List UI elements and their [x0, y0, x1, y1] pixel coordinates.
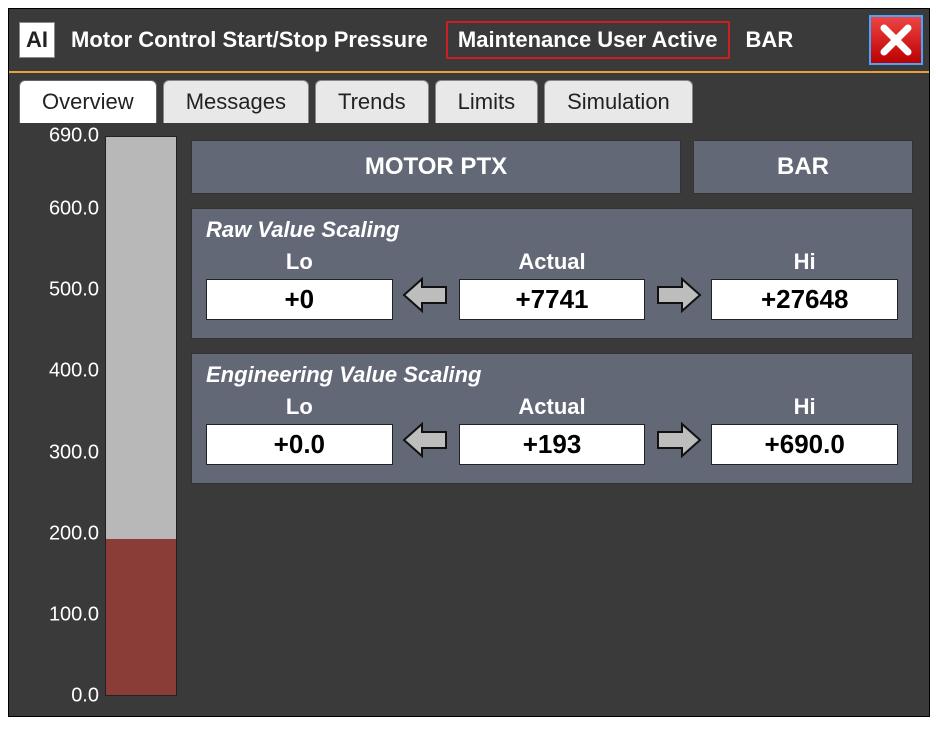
raw-actual-value: +7741: [459, 279, 646, 320]
tab-limits[interactable]: Limits: [435, 80, 538, 123]
gauge-tick: 200.0: [49, 522, 99, 545]
raw-lo-field: Lo +0: [206, 249, 393, 320]
eng-actual-value: +193: [459, 424, 646, 465]
raw-hi-value[interactable]: +27648: [711, 279, 898, 320]
close-icon: [878, 22, 914, 58]
raw-scaling-panel: Raw Value Scaling Lo +0 Actual +7741: [191, 208, 913, 339]
tab-messages[interactable]: Messages: [163, 80, 309, 123]
bar-gauge: 690.0600.0500.0400.0300.0200.0100.00.0: [25, 136, 177, 696]
gauge-tick: 300.0: [49, 441, 99, 464]
eng-actual-field: Actual +193: [459, 394, 646, 465]
arrow-right-icon: [653, 417, 703, 463]
raw-actual-label: Actual: [518, 249, 585, 275]
eng-lo-label: Lo: [286, 394, 313, 420]
eng-hi-label: Hi: [794, 394, 816, 420]
info-row: MOTOR PTX BAR: [191, 140, 913, 194]
close-button[interactable]: [869, 15, 923, 65]
arrow-left-icon: [401, 417, 451, 463]
gauge-fill: [106, 539, 176, 695]
raw-actual-field: Actual +7741: [459, 249, 646, 320]
body: Overview Messages Trends Limits Simulati…: [9, 73, 929, 716]
page-title: Motor Control Start/Stop Pressure: [71, 27, 428, 53]
tab-trends[interactable]: Trends: [315, 80, 429, 123]
header-unit: BAR: [746, 27, 794, 53]
gauge-tick: 400.0: [49, 360, 99, 383]
ai-badge: AI: [19, 22, 55, 58]
ai-faceplate-window: AI Motor Control Start/Stop Pressure Mai…: [8, 8, 930, 717]
right-column: MOTOR PTX BAR Raw Value Scaling Lo +0: [191, 136, 913, 696]
raw-hi-field: Hi +27648: [711, 249, 898, 320]
unit-box: BAR: [693, 140, 913, 194]
gauge-tick: 600.0: [49, 198, 99, 221]
eng-hi-field: Hi +690.0: [711, 394, 898, 465]
eng-lo-value[interactable]: +0.0: [206, 424, 393, 465]
tab-bar: Overview Messages Trends Limits Simulati…: [19, 79, 919, 122]
gauge-scale: 690.0600.0500.0400.0300.0200.0100.00.0: [25, 136, 105, 696]
arrow-right-icon: [653, 272, 703, 318]
tab-simulation[interactable]: Simulation: [544, 80, 693, 123]
gauge-tick: 100.0: [49, 603, 99, 626]
eng-scaling-panel: Engineering Value Scaling Lo +0.0 Actual…: [191, 353, 913, 484]
tab-overview[interactable]: Overview: [19, 80, 157, 123]
eng-lo-field: Lo +0.0: [206, 394, 393, 465]
eng-scaling-title: Engineering Value Scaling: [206, 362, 898, 388]
gauge-tick: 500.0: [49, 279, 99, 302]
overview-content: 690.0600.0500.0400.0300.0200.0100.00.0 M…: [19, 122, 919, 696]
eng-actual-label: Actual: [518, 394, 585, 420]
gauge-tick: 690.0: [49, 125, 99, 148]
raw-hi-label: Hi: [794, 249, 816, 275]
user-status-badge: Maintenance User Active: [446, 21, 730, 59]
gauge-tick: 0.0: [71, 685, 99, 708]
raw-lo-value[interactable]: +0: [206, 279, 393, 320]
raw-scaling-title: Raw Value Scaling: [206, 217, 898, 243]
header-bar: AI Motor Control Start/Stop Pressure Mai…: [9, 9, 929, 73]
eng-hi-value[interactable]: +690.0: [711, 424, 898, 465]
gauge-bar: [105, 136, 177, 696]
raw-lo-label: Lo: [286, 249, 313, 275]
arrow-left-icon: [401, 272, 451, 318]
channel-name-box: MOTOR PTX: [191, 140, 681, 194]
